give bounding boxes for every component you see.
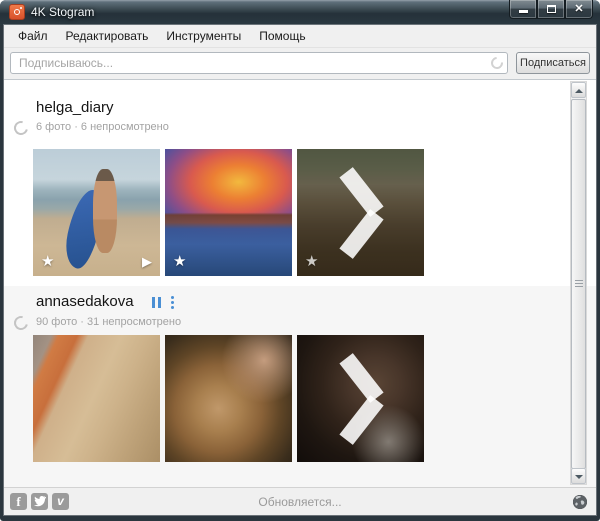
close-button[interactable]: ✕ bbox=[565, 0, 593, 19]
globe-icon[interactable] bbox=[572, 494, 588, 510]
account-section-helga-diary: helga_diary 6 фото · 6 непросмотрено ★ ▶… bbox=[4, 81, 596, 286]
star-icon: ★ bbox=[305, 252, 318, 270]
account-loading-spinner-icon bbox=[11, 118, 30, 137]
menu-file[interactable]: Файл bbox=[9, 25, 57, 47]
photo-thumbnail[interactable]: ★ bbox=[297, 149, 424, 276]
scroll-up-button[interactable] bbox=[571, 82, 586, 98]
camera-lens-glyph bbox=[14, 9, 20, 15]
scrollbar-grip bbox=[575, 280, 583, 288]
feed-list: helga_diary 6 фото · 6 непросмотрено ★ ▶… bbox=[4, 79, 596, 487]
window-controls: ✕ bbox=[509, 0, 593, 19]
menu-tools[interactable]: Инструменты bbox=[157, 25, 250, 47]
play-icon: ▶ bbox=[142, 254, 152, 270]
account-name: annasedakova bbox=[36, 293, 134, 310]
statusbar: f v Обновляется... bbox=[4, 487, 596, 515]
menu-edit[interactable]: Редактировать bbox=[57, 25, 158, 47]
kebab-menu-icon[interactable] bbox=[171, 296, 175, 309]
menubar: Файл Редактировать Инструменты Помощь bbox=[4, 25, 596, 48]
app-window: 4K Stogram ✕ Файл Редактировать Инструме… bbox=[0, 0, 600, 521]
photo-thumbnail[interactable] bbox=[297, 335, 424, 462]
next-chevron-icon bbox=[331, 165, 391, 261]
maximize-icon bbox=[547, 5, 556, 13]
photo-thumbnail[interactable] bbox=[33, 335, 160, 462]
star-icon: ★ bbox=[41, 252, 54, 270]
account-section-annasedakova: annasedakova 90 фото · 31 непросмотрено bbox=[4, 286, 596, 488]
client-area: Файл Редактировать Инструменты Помощь По… bbox=[4, 25, 596, 515]
star-icon: ★ bbox=[173, 252, 186, 270]
account-name: helga_diary bbox=[36, 99, 114, 116]
window-title: 4K Stogram bbox=[31, 5, 94, 19]
next-chevron-icon bbox=[331, 351, 391, 447]
unviewed-dim-overlay: ★ bbox=[297, 149, 424, 276]
maximize-button[interactable] bbox=[537, 0, 565, 19]
minimize-button[interactable] bbox=[509, 0, 537, 19]
scrollbar-thumb[interactable] bbox=[571, 99, 586, 469]
camera-dot-glyph bbox=[20, 7, 22, 9]
pause-icon[interactable] bbox=[152, 297, 162, 308]
account-stats: 6 фото · 6 непросмотрено bbox=[36, 121, 169, 133]
photo-thumbnail[interactable] bbox=[165, 335, 292, 462]
subscribe-button[interactable]: Подписаться bbox=[516, 52, 590, 74]
unviewed-dim-overlay bbox=[297, 335, 424, 462]
account-stats: 90 фото · 31 непросмотрено bbox=[36, 316, 181, 328]
photo-thumbnail[interactable]: ★ bbox=[165, 149, 292, 276]
subscribe-input[interactable] bbox=[10, 52, 508, 74]
vertical-scrollbar[interactable] bbox=[570, 81, 587, 485]
menu-help[interactable]: Помощь bbox=[250, 25, 314, 47]
person-shape bbox=[93, 169, 117, 253]
app-icon bbox=[9, 4, 25, 20]
scroll-down-button[interactable] bbox=[571, 468, 586, 484]
update-status: Обновляется... bbox=[4, 488, 596, 516]
titlebar[interactable]: 4K Stogram ✕ bbox=[0, 0, 600, 25]
photo-thumbnail[interactable]: ★ ▶ bbox=[33, 149, 160, 276]
close-icon: ✕ bbox=[566, 2, 592, 15]
minimize-icon bbox=[519, 10, 528, 13]
arrow-up-icon bbox=[575, 89, 583, 93]
account-loading-spinner-icon bbox=[11, 313, 30, 332]
arrow-down-icon bbox=[575, 475, 583, 479]
